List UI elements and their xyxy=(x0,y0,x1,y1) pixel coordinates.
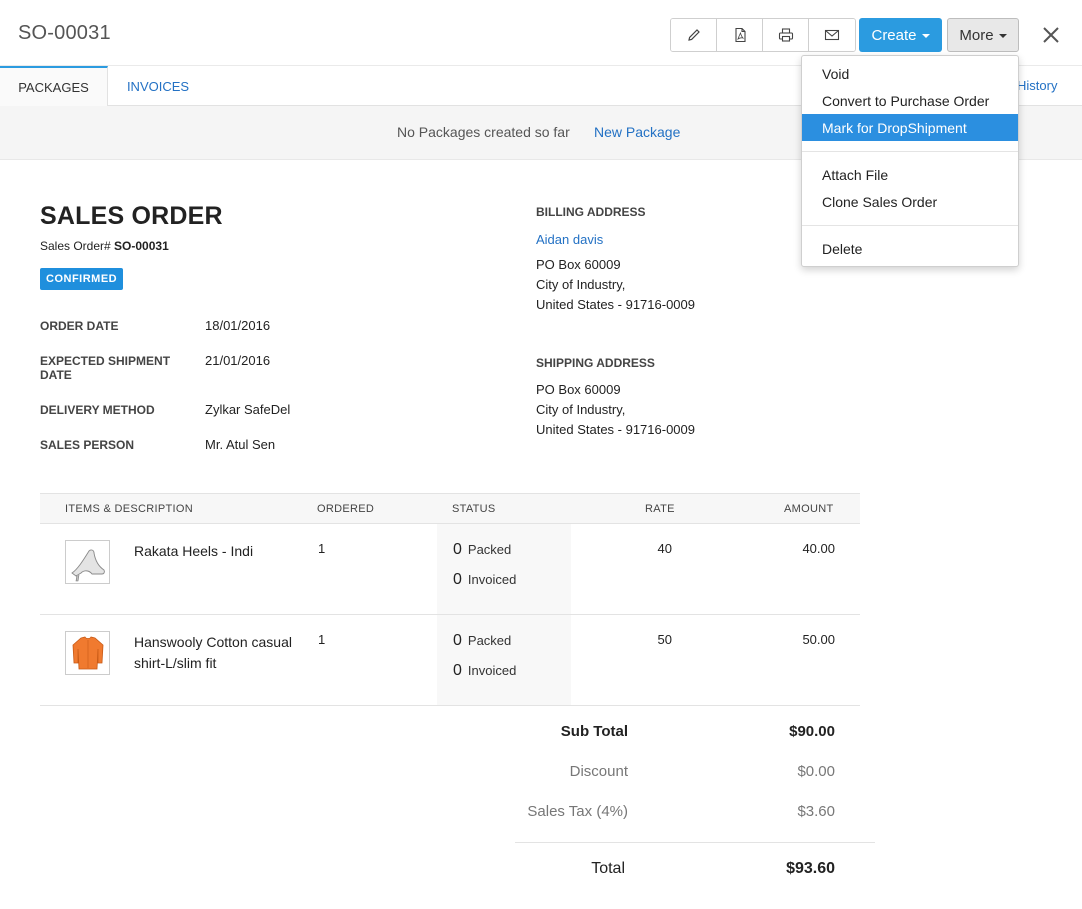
no-packages-text: No Packages created so far xyxy=(397,124,570,140)
column-header-amount: AMOUNT xyxy=(784,503,834,515)
item-amount: 40.00 xyxy=(802,541,835,556)
item-thumbnail xyxy=(65,631,110,675)
delivery-method-value: Zylkar SafeDel xyxy=(205,402,291,417)
more-button-label: More xyxy=(959,26,994,44)
item-thumbnail xyxy=(65,540,110,584)
billing-address-line: City of Industry, xyxy=(536,277,626,292)
order-date-label: ORDER DATE xyxy=(40,319,119,333)
menu-item-clone-sales-order[interactable]: Clone Sales Order xyxy=(802,188,1018,215)
menu-item-convert-to-purchase-order[interactable]: Convert to Purchase Order xyxy=(802,87,1018,114)
sales-tax-label: Sales Tax (4%) xyxy=(527,803,628,820)
item-name[interactable]: Rakata Heels - Indi xyxy=(134,541,309,562)
new-package-link[interactable]: New Package xyxy=(594,124,680,140)
customer-name-link[interactable]: Aidan davis xyxy=(536,232,603,247)
sales-person-value: Mr. Atul Sen xyxy=(205,437,276,452)
caret-down-icon xyxy=(921,34,930,38)
status-cell: 0 Packed 0 Invoiced xyxy=(437,615,571,705)
menu-item-attach-file[interactable]: Attach File xyxy=(802,161,1018,188)
invoiced-count: 0 xyxy=(453,571,462,588)
shirt-icon xyxy=(72,636,103,670)
item-rate: 40 xyxy=(657,541,672,556)
history-link[interactable]: History xyxy=(1017,78,1057,93)
item-rate: 50 xyxy=(657,632,672,647)
table-row: 0 Packed 0 Invoiced Rakata Heels - Indi … xyxy=(40,524,860,615)
email-button[interactable] xyxy=(809,19,855,51)
menu-divider xyxy=(802,151,1018,152)
sales-order-number-label: Sales Order# xyxy=(40,239,111,253)
tab-invoices[interactable]: INVOICES xyxy=(108,66,208,106)
close-button[interactable] xyxy=(1040,24,1062,46)
create-button-label: Create xyxy=(871,26,917,44)
caret-down-icon xyxy=(998,34,1007,38)
invoiced-label: Invoiced xyxy=(467,572,517,587)
sales-order-number-line: Sales Order# SO-00031 xyxy=(40,239,169,253)
pdf-button[interactable] xyxy=(717,19,763,51)
invoiced-label: Invoiced xyxy=(467,663,517,678)
totals-divider xyxy=(515,842,875,843)
order-date-value: 18/01/2016 xyxy=(205,318,271,333)
sales-order-heading: SALES ORDER xyxy=(40,202,223,230)
sub-total-value: $90.00 xyxy=(789,723,835,740)
shipping-address-label: SHIPPING ADDRESS xyxy=(536,356,655,370)
edit-button[interactable] xyxy=(671,19,717,51)
sub-total-label: Sub Total xyxy=(560,723,628,740)
tab-packages[interactable]: PACKAGES xyxy=(0,66,108,106)
column-header-ordered: ORDERED xyxy=(317,503,375,515)
discount-label: Discount xyxy=(569,763,628,780)
column-header-status: STATUS xyxy=(452,503,496,515)
menu-item-void[interactable]: Void xyxy=(802,60,1018,87)
billing-address-line: United States - 91716-0009 xyxy=(536,297,695,312)
mail-icon xyxy=(824,29,840,41)
create-button[interactable]: Create xyxy=(859,18,942,52)
menu-divider xyxy=(802,225,1018,226)
shipping-address-line: City of Industry, xyxy=(536,402,626,417)
shipping-address-line: PO Box 60009 xyxy=(536,382,621,397)
pencil-icon xyxy=(687,29,700,41)
heel-shoe-icon xyxy=(70,549,105,582)
more-button[interactable]: More xyxy=(947,18,1019,52)
packed-count: 0 xyxy=(453,632,462,649)
page-title: SO-00031 xyxy=(18,22,111,44)
close-icon xyxy=(1043,27,1059,43)
pdf-icon xyxy=(734,27,746,43)
item-ordered: 1 xyxy=(318,541,326,556)
print-button[interactable] xyxy=(763,19,809,51)
item-amount: 50.00 xyxy=(802,632,835,647)
sales-person-label: SALES PERSON xyxy=(40,438,135,452)
billing-address-label: BILLING ADDRESS xyxy=(536,205,646,219)
column-header-items: ITEMS & DESCRIPTION xyxy=(65,503,193,515)
packed-count: 0 xyxy=(453,541,462,558)
status-badge: CONFIRMED xyxy=(40,268,124,290)
item-name[interactable]: Hanswooly Cotton casual shirt-L/slim fit xyxy=(134,632,309,674)
total-label: Total xyxy=(591,860,625,877)
total-value: $93.60 xyxy=(786,860,835,877)
menu-item-mark-for-dropshipment[interactable]: Mark for DropShipment xyxy=(802,114,1018,141)
sales-order-number: SO-00031 xyxy=(114,239,169,253)
expected-shipment-date-label: EXPECTED SHIPMENT DATE xyxy=(40,354,171,382)
invoiced-status: 0 Invoiced xyxy=(453,571,516,589)
packed-label: Packed xyxy=(467,542,512,557)
item-ordered: 1 xyxy=(318,632,326,647)
more-dropdown-menu: Void Convert to Purchase Order Mark for … xyxy=(801,55,1019,267)
expected-shipment-date-value: 21/01/2016 xyxy=(205,353,271,368)
packed-label: Packed xyxy=(467,633,512,648)
status-cell: 0 Packed 0 Invoiced xyxy=(437,524,571,614)
column-header-rate: RATE xyxy=(645,503,675,515)
table-row: 0 Packed 0 Invoiced Hanswooly Cotton cas… xyxy=(40,615,860,706)
invoiced-count: 0 xyxy=(453,662,462,679)
invoiced-status: 0 Invoiced xyxy=(453,662,516,680)
items-table-header: ITEMS & DESCRIPTION ORDERED STATUS RATE … xyxy=(40,493,860,524)
billing-address-line: PO Box 60009 xyxy=(536,257,621,272)
shipping-address-line: United States - 91716-0009 xyxy=(536,422,695,437)
print-icon xyxy=(778,28,793,42)
discount-value: $0.00 xyxy=(797,763,835,780)
delivery-method-label: DELIVERY METHOD xyxy=(40,403,155,417)
packed-status: 0 Packed xyxy=(453,632,511,650)
sales-tax-value: $3.60 xyxy=(797,803,835,820)
action-icon-group xyxy=(670,18,856,52)
packed-status: 0 Packed xyxy=(453,541,511,559)
menu-item-delete[interactable]: Delete xyxy=(802,235,1018,262)
